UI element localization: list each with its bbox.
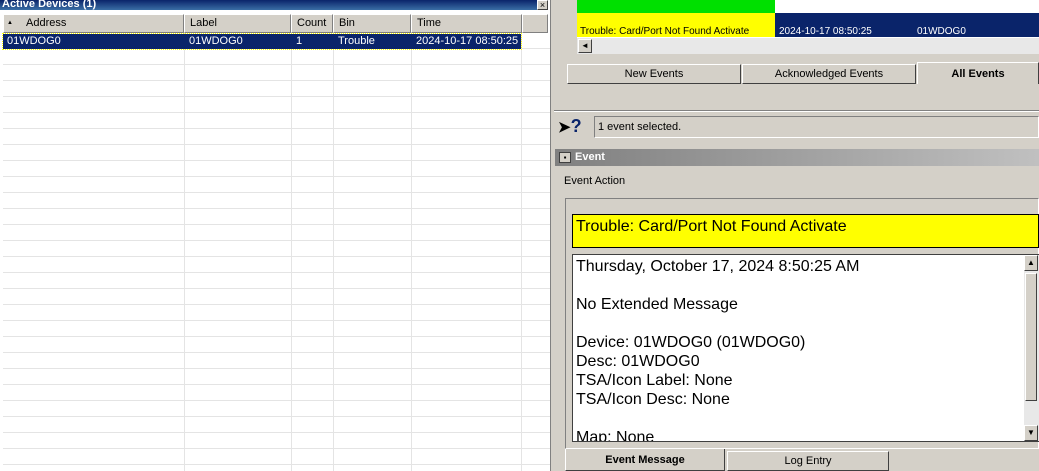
pointer-arrow-icon: ➤: [558, 119, 571, 136]
cell-count: 1: [296, 35, 303, 47]
event-row[interactable]: Trouble: Card/Port Not Found Activate 20…: [577, 13, 1039, 37]
event-panel-title: Event: [555, 149, 1039, 166]
column-header-address-label: Address: [26, 17, 67, 29]
device-grid[interactable]: [3, 33, 550, 471]
cell-address: 01WDOG0: [7, 35, 61, 47]
cell-label: 01WDOG0: [189, 35, 243, 47]
cell-time: 2024-10-17 08:50:25: [416, 35, 519, 47]
column-header-time[interactable]: Time: [411, 14, 522, 33]
status-text: 1 event selected.: [594, 116, 1039, 138]
column-header-address[interactable]: ▲ Address: [3, 14, 184, 33]
column-header-label[interactable]: Label: [184, 14, 291, 33]
horizontal-scrollbar[interactable]: [577, 38, 1039, 54]
column-header-count[interactable]: Count: [291, 14, 333, 33]
event-row-time: 2024-10-17 08:50:25: [779, 26, 872, 37]
event-action-label: Event Action: [564, 175, 626, 187]
help-question-icon: ?: [570, 116, 582, 136]
scroll-thumb[interactable]: [1025, 273, 1037, 401]
event-row-device: 01WDOG0: [917, 26, 966, 37]
active-devices-title: Active Devices (1): [0, 0, 548, 10]
event-row-status-strip: [577, 0, 775, 13]
scroll-down-icon[interactable]: ▼: [1024, 425, 1038, 441]
scroll-left-icon[interactable]: ◄: [578, 39, 592, 53]
cell-bin: Trouble: [338, 35, 375, 47]
column-header-spacer: [522, 14, 548, 33]
window-icon: ▪: [559, 152, 571, 163]
table-row[interactable]: 01WDOG0 01WDOG0 1 Trouble 2024-10-17 08:…: [2, 33, 522, 50]
scroll-up-icon[interactable]: ▲: [1024, 255, 1038, 271]
vertical-scrollbar[interactable]: ▲ ▼: [1024, 255, 1039, 441]
divider: [554, 110, 1039, 112]
sort-ascending-icon: ▲: [7, 20, 13, 26]
event-row-text: Trouble: Card/Port Not Found Activate: [580, 26, 750, 37]
tab-all-events[interactable]: All Events: [917, 62, 1039, 84]
event-banner: Trouble: Card/Port Not Found Activate: [572, 214, 1039, 248]
tab-log-entry[interactable]: Log Entry: [727, 451, 889, 471]
column-header-bin[interactable]: Bin: [333, 14, 411, 33]
event-message-text: Thursday, October 17, 2024 8:50:25 AM No…: [576, 258, 860, 442]
tab-new-events[interactable]: New Events: [567, 64, 741, 84]
close-icon[interactable]: ×: [537, 0, 548, 10]
help-pointer-icon[interactable]: ➤?: [558, 114, 586, 138]
event-message-box[interactable]: Thursday, October 17, 2024 8:50:25 AM No…: [572, 254, 1039, 442]
tab-acknowledged-events[interactable]: Acknowledged Events: [742, 64, 916, 84]
tab-event-message[interactable]: Event Message: [565, 449, 725, 471]
